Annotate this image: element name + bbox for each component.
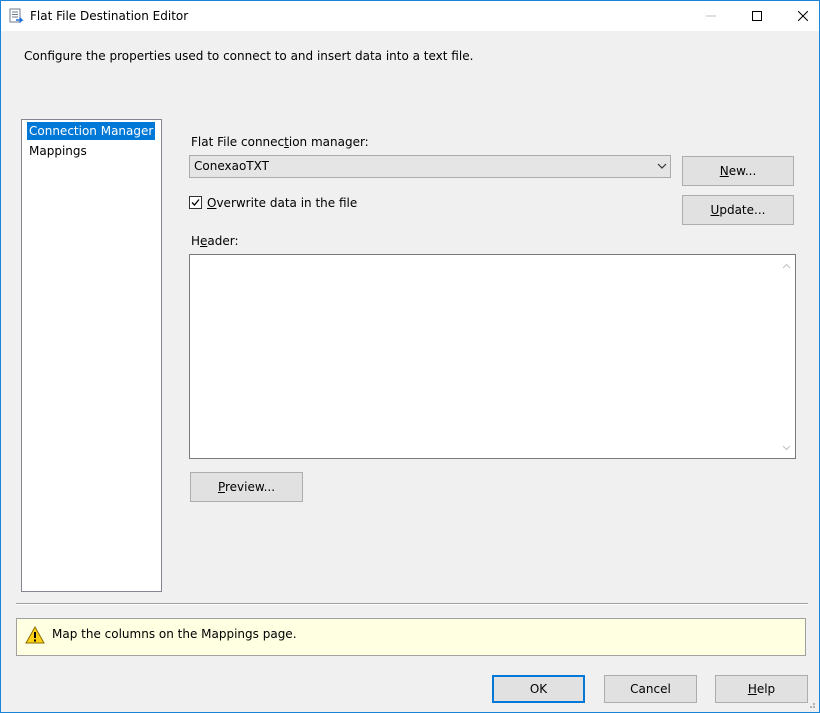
minimize-button[interactable] xyxy=(688,1,734,31)
header-textarea[interactable] xyxy=(189,254,796,459)
resize-grip-icon[interactable] xyxy=(806,699,816,709)
maximize-button[interactable] xyxy=(734,1,780,31)
window-title: Flat File Destination Editor xyxy=(30,9,189,23)
divider xyxy=(16,603,808,605)
scroll-up-icon[interactable] xyxy=(782,263,791,269)
new-connection-button[interactable]: New... xyxy=(682,156,794,186)
connection-manager-label: Flat File connection manager: xyxy=(191,135,369,149)
overwrite-label[interactable]: Overwrite data in the file xyxy=(207,196,357,210)
nav-item-connection-manager[interactable]: Connection Manager xyxy=(27,122,156,140)
warning-icon xyxy=(25,626,45,644)
connection-manager-value: ConexaoTXT xyxy=(194,159,269,173)
cancel-button[interactable]: Cancel xyxy=(604,675,697,703)
dialog-window: Flat File Destination Editor Configure t… xyxy=(0,0,820,713)
flat-file-destination-icon xyxy=(8,8,24,24)
header-scrollbar[interactable] xyxy=(778,255,795,458)
connection-manager-select[interactable]: ConexaoTXT xyxy=(189,155,671,178)
chevron-down-icon xyxy=(657,163,667,169)
page-list[interactable]: Connection Manager Mappings xyxy=(21,119,162,592)
close-icon xyxy=(798,11,808,21)
title-bar[interactable]: Flat File Destination Editor xyxy=(1,1,819,31)
ok-button[interactable]: OK xyxy=(492,675,585,703)
help-button[interactable]: Help xyxy=(715,675,808,703)
maximize-icon xyxy=(752,11,762,21)
nav-item-mappings[interactable]: Mappings xyxy=(27,142,89,160)
overwrite-checkbox[interactable] xyxy=(189,196,202,209)
update-button[interactable]: Update... xyxy=(682,195,794,225)
status-message: Map the columns on the Mappings page. xyxy=(52,627,297,641)
dialog-description: Configure the properties used to connect… xyxy=(24,49,474,63)
scroll-down-icon[interactable] xyxy=(782,445,791,451)
close-button[interactable] xyxy=(780,1,820,31)
status-message-bar: Map the columns on the Mappings page. xyxy=(16,618,806,656)
checkmark-icon xyxy=(191,199,200,206)
minimize-icon xyxy=(706,15,716,17)
preview-button[interactable]: Preview... xyxy=(190,472,303,502)
header-label: Header: xyxy=(191,234,239,248)
